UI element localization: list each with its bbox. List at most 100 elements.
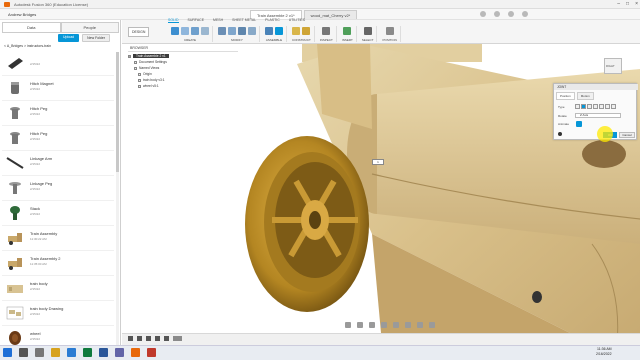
pan-icon[interactable]: [369, 322, 375, 328]
list-item[interactable]: 2/15/22: [2, 51, 114, 76]
tab-sheet-metal[interactable]: SHEET METAL: [232, 18, 256, 23]
animate-play-button[interactable]: [576, 121, 582, 127]
tab-solid[interactable]: SOLID: [168, 18, 179, 23]
cylindrical-joint-icon[interactable]: [593, 104, 598, 109]
offset-plane-icon[interactable]: [292, 27, 301, 35]
grid-settings-icon[interactable]: [417, 322, 423, 328]
rotate-axis-select[interactable]: Z Axis: [575, 113, 621, 118]
tab-data[interactable]: Data: [2, 22, 61, 33]
group-assemble[interactable]: ASSEMBLE: [262, 26, 287, 42]
viewcube[interactable]: RIGHT: [604, 58, 622, 74]
press-pull-icon[interactable]: [218, 27, 226, 35]
tab-utilities[interactable]: UTILITIES: [289, 18, 305, 23]
tab-motion[interactable]: Motion: [576, 92, 594, 100]
revolve-icon[interactable]: [191, 27, 199, 35]
list-item[interactable]: Linkage Peg 2/15/22: [2, 176, 114, 201]
file-thumbnail: [10, 107, 20, 119]
new-folder-button[interactable]: New Folder: [82, 34, 110, 42]
joint-icon[interactable]: [275, 27, 283, 35]
edge-icon[interactable]: [67, 348, 76, 357]
search-icon[interactable]: [19, 348, 28, 357]
group-position[interactable]: POSITION: [379, 26, 401, 42]
data-panel-scrollbar[interactable]: [116, 52, 119, 347]
go-to-start-icon[interactable]: [128, 336, 133, 341]
tab-plastic[interactable]: PLASTIC: [265, 18, 280, 23]
look-at-icon[interactable]: [357, 322, 363, 328]
system-clock[interactable]: 11:36 AM 2/16/2022: [596, 347, 612, 356]
new-component-icon[interactable]: [265, 27, 273, 35]
powerpoint-icon[interactable]: [147, 348, 156, 357]
close-icon[interactable]: ×: [635, 1, 638, 7]
document-tab[interactable]: wood_mat_Cherry v2*: [303, 10, 358, 19]
list-item[interactable]: Train Assembly 2 11:35:00 AM: [2, 251, 114, 276]
pin-slot-joint-icon[interactable]: [599, 104, 604, 109]
list-item[interactable]: Hitch Peg 2/15/22: [2, 126, 114, 151]
viewports-icon[interactable]: [429, 322, 435, 328]
start-icon[interactable]: [3, 348, 12, 357]
step-back-icon[interactable]: [137, 336, 142, 341]
list-item[interactable]: Stack 2/15/22: [2, 201, 114, 226]
timeline-feature-icon[interactable]: [173, 336, 182, 341]
group-select[interactable]: SELECT: [359, 26, 378, 42]
upload-button[interactable]: Upload: [58, 34, 80, 42]
measure-icon[interactable]: [322, 27, 331, 35]
list-item[interactable]: train body 2/15/22: [2, 276, 114, 301]
cancel-button[interactable]: Cancel: [619, 132, 635, 138]
select-arrow-icon[interactable]: [363, 27, 372, 35]
axis-icon[interactable]: [302, 27, 311, 35]
new-component-icon[interactable]: [171, 27, 179, 35]
rigid-joint-icon[interactable]: [575, 104, 580, 109]
minimize-icon[interactable]: –: [617, 1, 620, 7]
list-item[interactable]: train body Drawing 2/15/22: [2, 301, 114, 326]
extrude-icon[interactable]: [181, 27, 189, 35]
group-create[interactable]: CREATE: [168, 26, 213, 42]
chamfer-icon[interactable]: [238, 27, 246, 35]
insert-image-icon[interactable]: [343, 27, 352, 35]
step-forward-icon[interactable]: [155, 336, 160, 341]
user-menu[interactable]: Andrew Bridges: [8, 12, 36, 17]
planar-joint-icon[interactable]: [605, 104, 610, 109]
list-item[interactable]: Train Assembly 11:30:22 AM: [2, 226, 114, 251]
go-to-end-icon[interactable]: [164, 336, 169, 341]
profile-icon[interactable]: [522, 11, 528, 17]
slider-joint-icon[interactable]: [587, 104, 592, 109]
fusion-360-icon[interactable]: [131, 348, 140, 357]
fillet-icon[interactable]: [228, 27, 236, 35]
file-explorer-icon[interactable]: [51, 348, 60, 357]
play-icon[interactable]: [146, 336, 151, 341]
revolute-joint-icon[interactable]: [581, 104, 586, 109]
hole-icon[interactable]: [201, 27, 209, 35]
fit-icon[interactable]: [393, 322, 399, 328]
capture-position-icon[interactable]: [385, 27, 394, 35]
teams-icon[interactable]: [115, 348, 124, 357]
list-item[interactable]: Linkage Arm 2/15/22: [2, 151, 114, 176]
tab-position[interactable]: Position: [556, 92, 575, 100]
notifications-icon[interactable]: [494, 11, 500, 17]
info-icon[interactable]: [558, 132, 562, 136]
excel-icon[interactable]: [83, 348, 92, 357]
tab-surface[interactable]: SURFACE: [188, 18, 205, 23]
display-settings-icon[interactable]: [405, 322, 411, 328]
shell-icon[interactable]: [248, 27, 256, 35]
help-icon[interactable]: [508, 11, 514, 17]
zoom-icon[interactable]: [381, 322, 387, 328]
group-modify[interactable]: MODIFY: [215, 26, 260, 42]
group-insert[interactable]: INSERT: [339, 26, 357, 42]
list-item[interactable]: Hitch Magnet 2/15/22: [2, 76, 114, 101]
list-item[interactable]: Hitch Peg 2/15/22: [2, 101, 114, 126]
word-icon[interactable]: [99, 348, 108, 357]
maximize-icon[interactable]: □: [626, 1, 629, 7]
scrollbar-thumb[interactable]: [116, 52, 119, 172]
ball-joint-icon[interactable]: [611, 104, 616, 109]
task-view-icon[interactable]: [35, 348, 44, 357]
tab-people[interactable]: People: [60, 22, 119, 33]
group-construct[interactable]: CONSTRUCT: [289, 26, 315, 42]
orbit-icon[interactable]: [345, 322, 351, 328]
group-inspect[interactable]: INSPECT: [317, 26, 337, 42]
tab-mesh[interactable]: MESH: [213, 18, 223, 23]
add-tab-icon[interactable]: [480, 11, 486, 17]
browser-node-wheel[interactable]: wheel v5:1: [128, 83, 238, 89]
workspace-switcher[interactable]: DESIGN: [128, 27, 150, 37]
joint-origin-marker[interactable]: 1: [372, 159, 384, 165]
breadcrumb[interactable]: < A_Bridges > instructors-train: [4, 44, 51, 48]
